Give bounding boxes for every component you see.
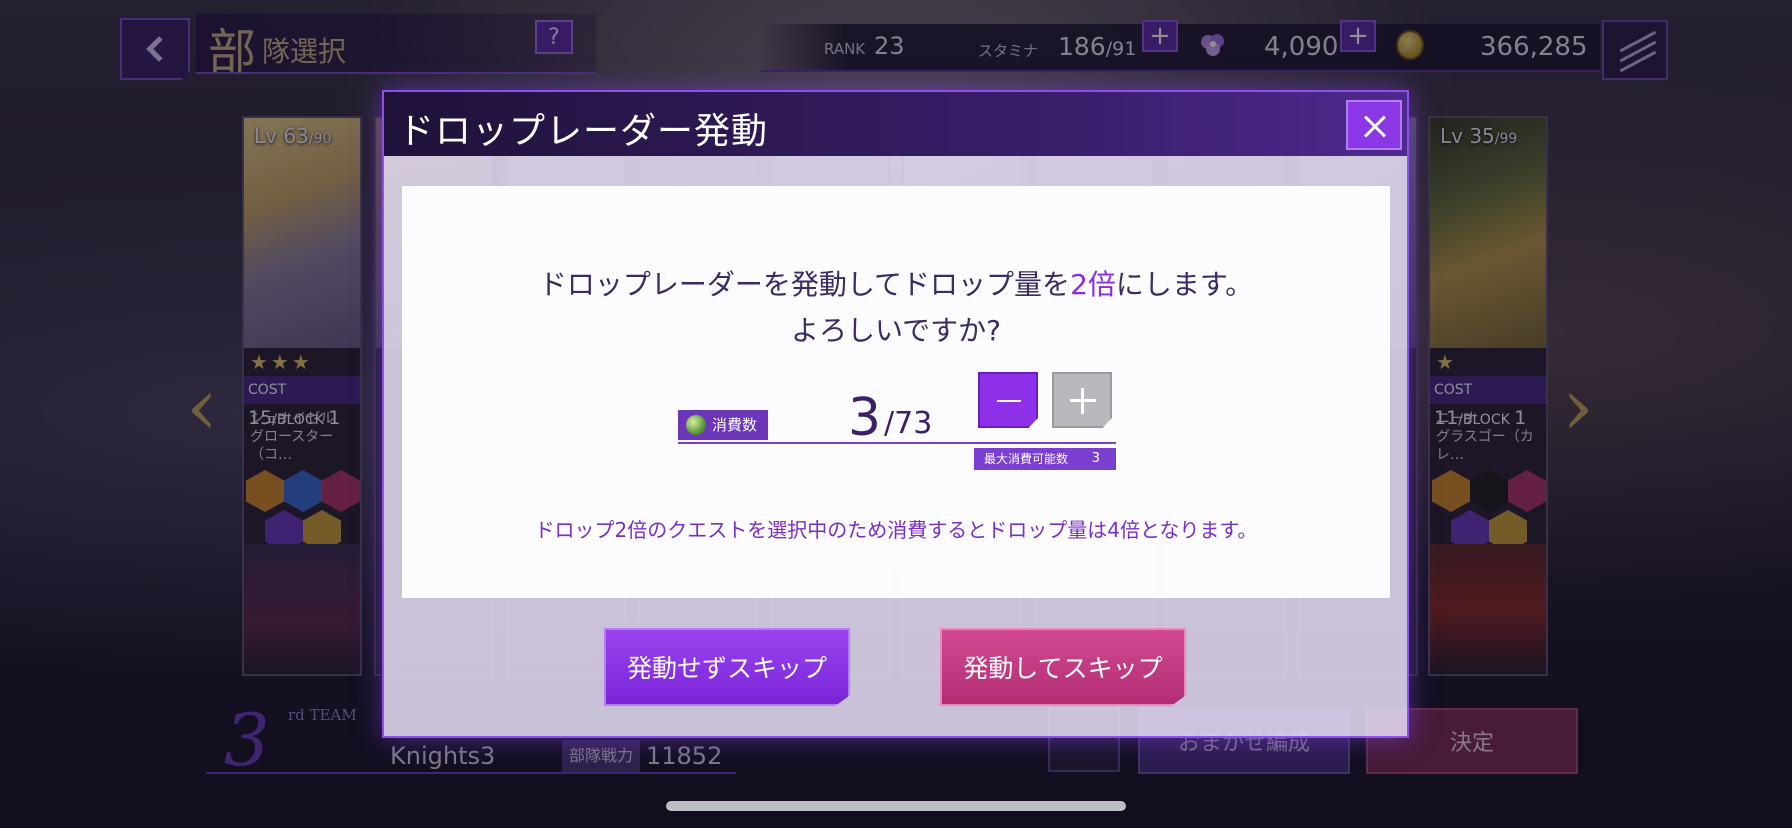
activate-and-skip-button[interactable]: 発動してスキップ	[940, 628, 1186, 706]
quantity-max: /73	[884, 406, 933, 441]
confirm-message: ドロップレーダーを発動してドロップ量を2倍にします。 よろしいですか?	[538, 268, 1254, 347]
minus-button[interactable]	[978, 372, 1038, 428]
drop-note: ドロップ2倍のクエストを選択中のため消費するとドロップ量は4倍となります。	[534, 518, 1258, 542]
plus-button[interactable]	[1052, 372, 1112, 428]
dialog-header: ドロップレーダー発動	[384, 92, 1407, 156]
quantity-value: 3	[848, 388, 882, 448]
drop-radar-dialog: ドロップレーダー発動 ドロップレーダーを発動してドロップ量を2倍にします。 よろ…	[382, 90, 1409, 738]
quantity-label: 消費数	[678, 410, 768, 440]
dialog-body: ドロップレーダーを発動してドロップ量を2倍にします。 よろしいですか? 消費数 …	[402, 186, 1390, 598]
dialog-title: ドロップレーダー発動	[398, 111, 769, 152]
orb-icon	[686, 415, 706, 435]
skip-without-activation-button[interactable]: 発動せずスキップ	[604, 628, 850, 706]
home-indicator[interactable]	[666, 801, 1126, 811]
quantity-stepper: 消費数 3 /73 最大消費可能数 3	[678, 372, 1118, 470]
quantity-underline	[678, 442, 1116, 444]
close-icon[interactable]	[1346, 100, 1402, 150]
max-use-badge: 最大消費可能数 3	[974, 448, 1116, 470]
